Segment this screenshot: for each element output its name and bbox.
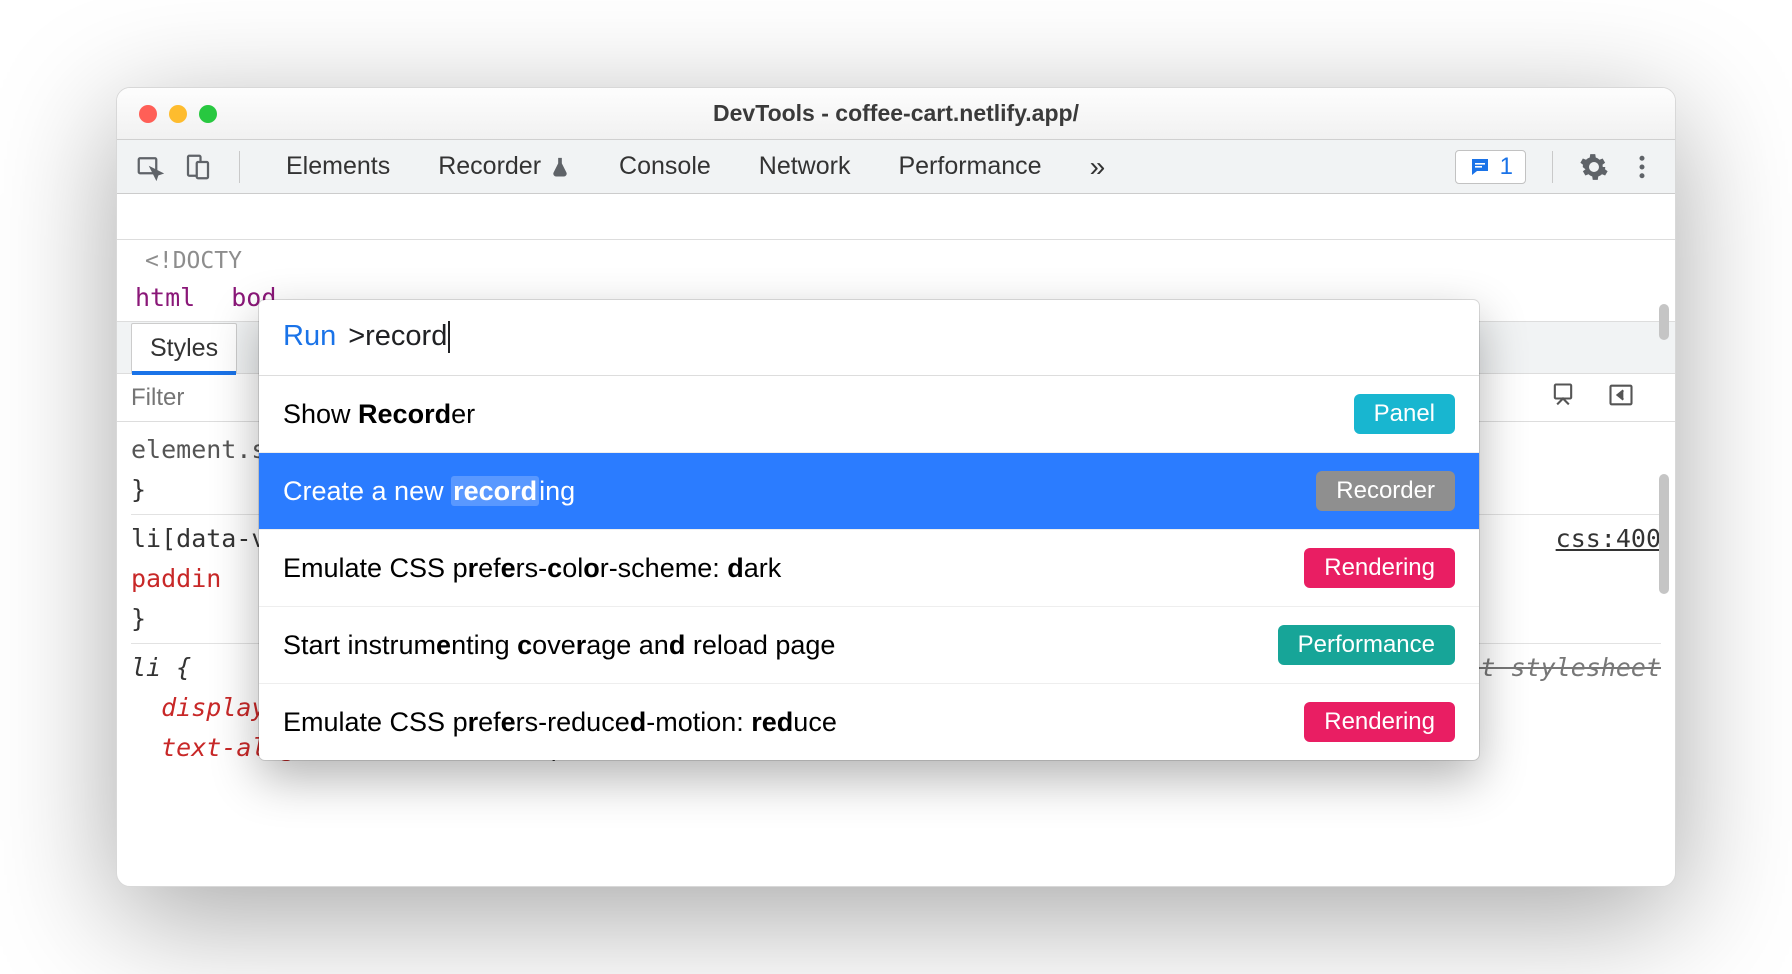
code-line: li { <box>131 653 191 682</box>
settings-gear-icon[interactable] <box>1579 152 1609 182</box>
elements-toolbar-row <box>117 194 1675 240</box>
computed-panel-icon[interactable] <box>1607 381 1635 414</box>
css-prop: display <box>161 693 266 722</box>
command-item-category-pill: Performance <box>1278 625 1455 665</box>
tab-recorder[interactable]: Recorder <box>438 152 571 181</box>
tab-console[interactable]: Console <box>619 152 711 181</box>
command-item-label: Emulate CSS prefers-color-scheme: dark <box>283 553 781 584</box>
command-menu: Run >record Show Recorder Panel Create a n… <box>259 300 1479 760</box>
tab-label: Recorder <box>438 152 541 181</box>
issues-button[interactable]: 1 <box>1455 150 1526 184</box>
tab-performance[interactable]: Performance <box>898 152 1041 181</box>
command-item[interactable]: Emulate CSS prefers-reduced-motion: redu… <box>259 684 1479 760</box>
close-window-button[interactable] <box>139 105 157 123</box>
code-line: li[data-v <box>131 524 266 553</box>
source-link[interactable]: css:400 <box>1556 519 1661 559</box>
tab-elements[interactable]: Elements <box>286 152 390 181</box>
scrollbar-thumb[interactable] <box>1659 474 1669 594</box>
code-line: element.s <box>131 435 266 464</box>
command-item-category-pill: Rendering <box>1304 702 1455 742</box>
main-toolbar: Elements Recorder Console Network Perfor… <box>117 140 1675 194</box>
titlebar: DevTools - coffee-cart.netlify.app/ <box>117 88 1675 140</box>
command-query: >record <box>348 320 450 353</box>
command-item-category-pill: Recorder <box>1316 471 1455 511</box>
more-tabs-button[interactable]: » <box>1090 151 1106 183</box>
code-line: } <box>131 475 146 504</box>
hover-icon[interactable] <box>1549 381 1577 414</box>
command-input-row[interactable]: Run >record <box>259 300 1479 376</box>
toolbar-divider <box>1552 151 1553 183</box>
text-caret <box>448 321 450 353</box>
scrollbar-thumb[interactable] <box>1659 304 1669 340</box>
command-list: Show Recorder Panel Create a new recording… <box>259 376 1479 760</box>
code-line: } <box>131 604 146 633</box>
command-item-label: Create a new recording <box>283 476 575 507</box>
kebab-menu-icon[interactable] <box>1627 152 1657 182</box>
device-toggle-icon[interactable] <box>183 152 213 182</box>
command-item[interactable]: Create a new recording Recorder <box>259 453 1479 530</box>
command-item-label: Start instrumenting coverage and reload … <box>283 630 835 661</box>
code-line: paddin <box>131 564 221 593</box>
command-item-category-pill: Rendering <box>1304 548 1455 588</box>
tab-label: Network <box>759 152 851 181</box>
inspect-icon[interactable] <box>135 152 165 182</box>
content-area: <!DOCTY html bod Styles element.s } <box>117 194 1675 886</box>
issues-count: 1 <box>1500 153 1513 181</box>
command-item-category-pill: Panel <box>1354 394 1455 434</box>
tab-label: Console <box>619 152 711 181</box>
minimize-window-button[interactable] <box>169 105 187 123</box>
tab-label: Performance <box>898 152 1041 181</box>
flask-icon <box>549 156 571 178</box>
command-prefix: Run <box>283 320 336 353</box>
toolbar-divider <box>239 151 240 183</box>
doctype-text: <!DOCTY <box>117 240 1675 274</box>
breadcrumb-item[interactable]: html <box>135 283 195 312</box>
command-item-label: Show Recorder <box>283 399 475 430</box>
command-item[interactable]: Show Recorder Panel <box>259 376 1479 453</box>
chat-icon <box>1468 155 1492 179</box>
command-item-label: Emulate CSS prefers-reduced-motion: redu… <box>283 707 837 738</box>
window-controls <box>139 105 217 123</box>
tab-network[interactable]: Network <box>759 152 851 181</box>
tab-label: Styles <box>150 334 218 362</box>
tab-label: Elements <box>286 152 390 181</box>
maximize-window-button[interactable] <box>199 105 217 123</box>
command-item[interactable]: Start instrumenting coverage and reload … <box>259 607 1479 684</box>
tab-styles[interactable]: Styles <box>131 323 237 373</box>
panel-tabs: Elements Recorder Console Network Perfor… <box>286 152 1042 181</box>
window-title: DevTools - coffee-cart.netlify.app/ <box>713 100 1079 127</box>
devtools-window: DevTools - coffee-cart.netlify.app/ Elem… <box>116 87 1676 887</box>
command-item[interactable]: Emulate CSS prefers-color-scheme: dark Re… <box>259 530 1479 607</box>
